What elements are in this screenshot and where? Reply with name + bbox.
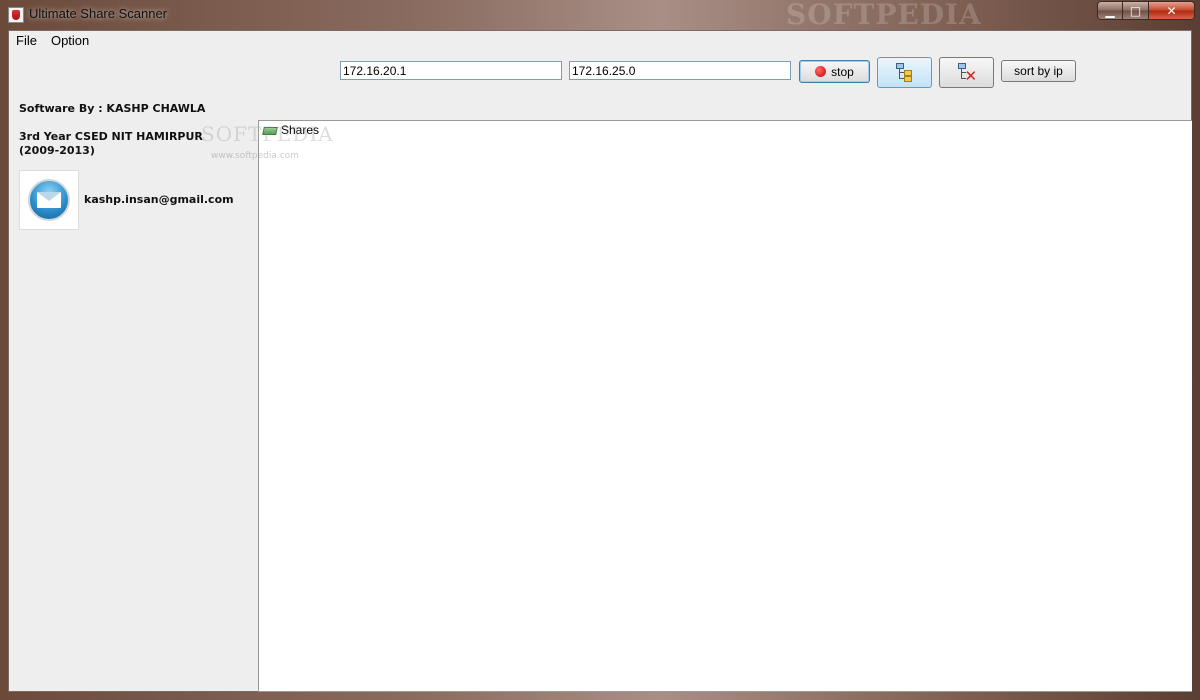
years-label: (2009-2013) [19,144,95,157]
end-ip-input[interactable] [569,61,791,80]
stop-button[interactable]: stop [799,60,870,83]
maximize-icon: □ [1129,3,1142,18]
maximize-button[interactable]: □ [1123,1,1149,20]
menu-file[interactable]: File [9,31,44,51]
window-controls: ▁ □ ✕ [1097,1,1195,21]
softpedia-overlay-url: www.softpedia.com [211,151,299,161]
envelope-icon [37,192,61,208]
stop-icon [815,66,827,77]
client-area: File Option Software By : KASHP CHAWLA 3… [8,30,1192,692]
author-label: Software By : KASHP CHAWLA [19,102,206,115]
sort-label: sort by ip [1014,64,1063,78]
title-bar[interactable]: Ultimate Share Scanner SOFTPEDIA ▁ □ ✕ [0,0,1200,31]
start-ip-input[interactable] [340,61,562,80]
email-label: kashp.insan@gmail.com [84,193,234,206]
institution-label: 3rd Year CSED NIT HAMIRPUR [19,130,203,143]
email-button[interactable] [19,170,79,230]
mail-icon [28,179,70,221]
close-icon: ✕ [1166,3,1177,18]
menu-option[interactable]: Option [44,31,96,51]
tree-icon [895,62,915,83]
softpedia-watermark: SOFTPEDIA [786,0,982,31]
close-button[interactable]: ✕ [1149,1,1195,20]
app-window: Ultimate Share Scanner SOFTPEDIA ▁ □ ✕ F… [0,0,1200,700]
minimize-button[interactable]: ▁ [1097,1,1123,20]
minimize-icon: ▁ [1105,3,1115,18]
tree-delete-icon: ✕ [957,62,977,83]
shares-tree[interactable]: Shares [258,120,1192,692]
stop-label: stop [831,64,854,79]
softpedia-overlay-watermark: SOFTPEDIA [201,122,334,146]
window-title: Ultimate Share Scanner [29,6,168,21]
sort-by-ip-button[interactable]: sort by ip [1001,60,1076,82]
show-tree-button[interactable] [877,57,932,88]
menu-bar: File Option [9,31,1191,51]
java-app-icon [8,7,24,23]
clear-tree-button[interactable]: ✕ [939,57,994,88]
